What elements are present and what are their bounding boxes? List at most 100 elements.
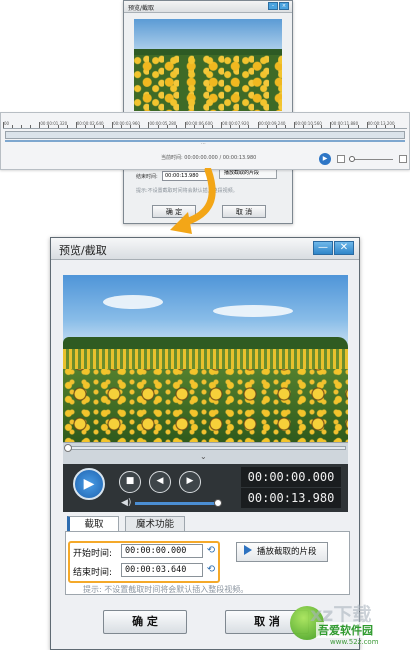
ruler-tick-mark <box>393 125 395 128</box>
small-video-field <box>134 55 282 111</box>
ruler-tick-mark <box>148 122 150 128</box>
small-minimize-icon[interactable]: – <box>268 2 278 10</box>
video-cloud <box>103 295 163 309</box>
ruler-tick-mark <box>239 125 241 128</box>
ruler-tick-label: 00 <box>4 121 10 126</box>
ruler-tick-mark <box>212 125 214 128</box>
ruler-tick-mark <box>357 125 359 128</box>
ruler-tick-label: 00:00:11.880 <box>331 121 359 126</box>
ruler-tick-mark <box>48 125 50 128</box>
ruler-tick-label: 00:00:07.920 <box>222 121 250 126</box>
ruler-tick-mark <box>139 125 141 128</box>
stop-icon[interactable]: ■ <box>119 471 141 493</box>
ruler-tick-mark <box>248 125 250 128</box>
ruler-tick-mark <box>275 125 277 128</box>
timeline-ruler[interactable]: 00 00:00:01.320 00:00:02.640 00:00:03.960 00… <box>3 115 407 129</box>
play-icon[interactable]: ▶ <box>73 468 105 500</box>
end-time-input[interactable]: 00:00:03.640 <box>121 563 203 577</box>
dialog-titlebar[interactable]: 预览/截取 — ✕ <box>51 238 359 260</box>
ruler-tick-mark <box>284 125 286 128</box>
ruler-tick-label: 00:00:09.240 <box>258 121 286 126</box>
timeline-scroll-dots: ··· <box>201 141 206 147</box>
ruler-tick-mark <box>130 125 132 128</box>
close-icon[interactable]: ✕ <box>334 241 354 255</box>
end-time-label: 结束时间: <box>73 568 113 578</box>
ruler-tick-mark <box>221 122 223 128</box>
progress-knob[interactable] <box>64 444 72 452</box>
timeline-zoom-knob[interactable] <box>349 156 355 162</box>
video-preview <box>63 275 348 442</box>
volume-slider[interactable] <box>135 502 215 505</box>
start-time-label: 开始时间: <box>73 549 113 559</box>
ruler-tick-label: 00:00:02.640 <box>76 121 104 126</box>
ruler-tick-mark <box>166 125 168 128</box>
small-cancel-button[interactable]: 取 消 <box>222 205 266 218</box>
minimize-icon[interactable]: — <box>313 241 333 255</box>
timeline-zoom-out-icon[interactable] <box>337 155 345 163</box>
ruler-tick-mark <box>303 125 304 128</box>
ruler-tick-mark <box>66 125 68 128</box>
ruler-tick-mark <box>3 122 4 128</box>
volume-knob[interactable] <box>214 499 222 507</box>
site-watermark: xz下载 吾爱软件园 www.52z.com <box>290 600 410 650</box>
video-cloud <box>213 305 293 317</box>
ok-button[interactable]: 确 定 <box>103 610 187 634</box>
play-clip-button[interactable]: 播放截取的片段 <box>236 542 328 562</box>
ruler-tick-mark <box>157 125 159 128</box>
small-end-time-label: 结束时间: <box>136 174 158 180</box>
ruler-tick-mark <box>203 125 204 128</box>
ruler-tick-mark <box>84 125 86 128</box>
ruler-tick-mark <box>230 125 232 128</box>
play-clip-label: 播放截取的片段 <box>257 547 317 557</box>
timeline-track[interactable] <box>5 131 405 139</box>
ruler-tick-mark <box>57 125 59 128</box>
player-controls: ▶ ■ ◀ ▶ ◀) 00:00:00.000 00:00:13.980 <box>63 464 348 512</box>
play-clip-icon <box>244 545 252 555</box>
ruler-tick-label: 00:00:05.280 <box>149 121 177 126</box>
volume-icon[interactable]: ◀) <box>121 498 131 508</box>
timeline-current-time: 当前时间: 00:00:00.000 / 00:00:13.980 <box>161 155 257 161</box>
next-frame-icon[interactable]: ▶ <box>179 471 201 493</box>
timeline-panel: 00 00:00:01.320 00:00:02.640 00:00:03.960 00… <box>0 112 410 170</box>
ruler-tick-mark <box>330 122 332 128</box>
ruler-tick-mark <box>93 125 95 128</box>
clock-reset-icon[interactable]: ⟲ <box>203 544 219 558</box>
progress-bar[interactable] <box>65 446 346 450</box>
ruler-tick-mark <box>12 125 14 128</box>
dialog-title: 预览/截取 <box>59 244 107 257</box>
tab-crop[interactable]: 截取 <box>67 516 119 532</box>
ruler-tick-mark <box>266 125 268 128</box>
clock-reset-icon[interactable]: ⟲ <box>203 563 219 577</box>
ruler-tick-label: 00:00:06.600 <box>185 121 213 126</box>
preview-crop-dialog: 预览/截取 — ✕ ⌄ ▶ ■ ◀ ▶ ◀) 00:00:00.000 00:0… <box>50 237 360 650</box>
timeline-zoom-in-icon[interactable] <box>399 155 407 163</box>
ruler-tick-mark <box>175 125 177 128</box>
ruler-tick-mark <box>312 125 314 128</box>
ruler-tick-mark <box>184 122 186 128</box>
ruler-tick-mark <box>21 125 23 128</box>
start-time-input[interactable]: 00:00:00.000 <box>121 544 203 558</box>
small-dialog-title: 预览/截取 <box>128 5 155 12</box>
previous-frame-icon[interactable]: ◀ <box>149 471 171 493</box>
hint-text: 提示: 不设置截取时间将会默认插入整段视频。 <box>83 585 249 594</box>
ruler-tick-mark <box>103 125 104 128</box>
watermark-url: www.52z.com <box>330 638 379 646</box>
ruler-tick-label: 00:00:13.200 <box>367 121 395 126</box>
video-distant-flowers <box>63 349 348 369</box>
small-play-clip-label: 播放截取的片段 <box>224 170 260 176</box>
ruler-tick-mark <box>321 125 323 128</box>
curved-arrow-icon <box>160 168 220 240</box>
timeline-zoom-slider[interactable] <box>349 159 393 160</box>
small-video-preview <box>134 19 282 111</box>
ruler-tick-label: 00:00:10.560 <box>294 121 322 126</box>
timeline-play-icon[interactable]: ▶ <box>319 153 331 165</box>
ruler-tick-mark <box>39 122 41 128</box>
ruler-tick-label: 00:00:03.960 <box>113 121 140 126</box>
tab-magic[interactable]: 魔术功能 <box>125 516 185 532</box>
playback-progress[interactable]: ⌄ <box>63 442 348 464</box>
small-close-icon[interactable]: × <box>279 2 289 10</box>
ruler-tick-mark <box>293 122 295 128</box>
total-time-display: 00:00:13.980 <box>241 488 341 508</box>
ruler-tick-mark <box>75 122 77 128</box>
chevron-down-icon[interactable]: ⌄ <box>200 452 207 461</box>
